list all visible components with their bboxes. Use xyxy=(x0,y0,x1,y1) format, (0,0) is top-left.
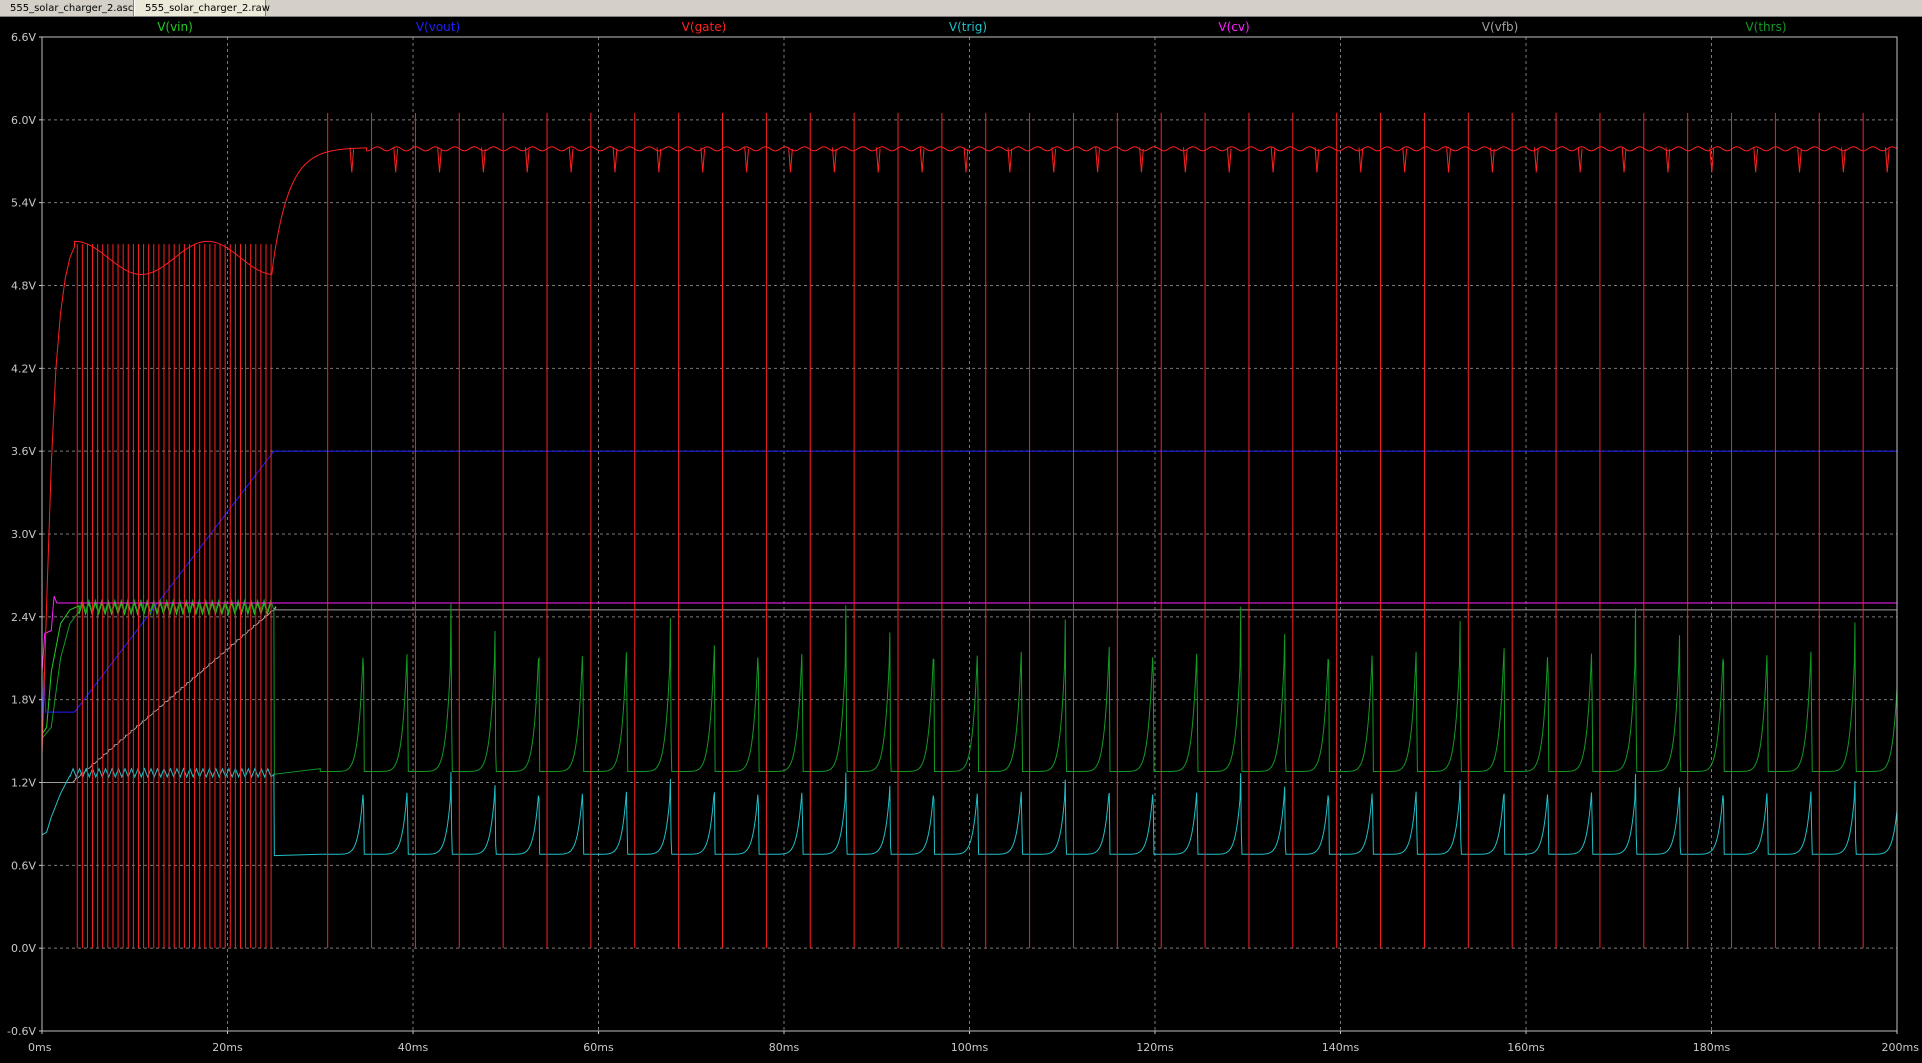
waveform-plot[interactable]: -0.6V 0.0V 0.6V 1.2V 1.8V 2.4V 3.0V 3.6V 4.2V 4.8… xyxy=(0,17,1922,1059)
x-tick-label: 180ms xyxy=(1693,1041,1731,1054)
gate-dip xyxy=(1884,147,1890,173)
y-tick-label: 5.4V xyxy=(11,197,36,210)
gate-dip xyxy=(437,147,442,173)
trace-legend: V(vin) V(vout) V(gate) V(trig) V(cv) V(vfb) V(… xyxy=(157,20,1786,34)
tab-label: 555_solar_charger_2.raw xyxy=(145,2,270,14)
gate-dip xyxy=(1051,147,1057,173)
gate-dip xyxy=(1139,147,1144,173)
legend-vfb[interactable]: V(vfb) xyxy=(1482,20,1519,34)
y-tick-label: -0.6V xyxy=(7,1025,36,1038)
gate-dip xyxy=(1314,147,1320,173)
y-tick-label: 2.4V xyxy=(11,611,36,624)
legend-trig[interactable]: V(trig) xyxy=(949,20,987,34)
x-tick-label: 40ms xyxy=(398,1041,429,1054)
gate-dip xyxy=(1533,147,1539,173)
gate-dip xyxy=(1753,147,1758,173)
x-tick-label: 0ms xyxy=(28,1041,52,1054)
gate-dip xyxy=(1007,147,1013,173)
gate-dip xyxy=(1182,147,1188,173)
gate-dip xyxy=(1621,147,1627,173)
gate-dip xyxy=(1446,147,1451,173)
legend-cv[interactable]: V(cv) xyxy=(1218,20,1249,34)
legend-vin[interactable]: V(vin) xyxy=(157,20,193,34)
gate-dip xyxy=(963,147,969,173)
gate-dip xyxy=(349,147,355,173)
y-tick-label: 3.0V xyxy=(11,528,36,541)
gate-dip xyxy=(1797,147,1802,173)
x-tick-label: 160ms xyxy=(1507,1041,1545,1054)
gate-dip xyxy=(875,147,881,173)
gate-dip xyxy=(524,147,530,173)
gate-dip xyxy=(1577,147,1583,173)
x-tick-label: 200ms xyxy=(1882,1041,1920,1054)
gate-dip xyxy=(1358,147,1364,173)
gate-dip xyxy=(612,147,618,173)
gate-dip xyxy=(1490,147,1495,173)
x-tick-label: 120ms xyxy=(1136,1041,1174,1054)
legend-thrs[interactable]: V(thrs) xyxy=(1745,20,1786,34)
y-tick-label: 0.6V xyxy=(11,859,36,872)
gate-dip xyxy=(1095,147,1100,173)
gate-dip xyxy=(1402,147,1408,173)
tab-waveform[interactable]: 555_solar_charger_2.raw xyxy=(134,0,270,16)
y-tick-label: 3.6V xyxy=(11,445,36,458)
grid xyxy=(42,37,1897,1031)
gate-dip xyxy=(919,147,925,173)
x-tick-label: 140ms xyxy=(1322,1041,1360,1054)
y-tick-label: 6.0V xyxy=(11,114,36,127)
document-tab-bar: 555_solar_charger_2.asc 555_solar_charge… xyxy=(0,0,1922,17)
x-tick-label: 80ms xyxy=(769,1041,800,1054)
tab-label: 555_solar_charger_2.asc xyxy=(10,2,134,14)
y-tick-label: 1.2V xyxy=(11,777,36,790)
gate-dip xyxy=(700,147,706,173)
axis-labels: -0.6V 0.0V 0.6V 1.2V 1.8V 2.4V 3.0V 3.6V 4.2V 4.8… xyxy=(7,31,1919,1054)
x-tick-label: 60ms xyxy=(583,1041,614,1054)
y-tick-label: 4.8V xyxy=(11,280,36,293)
y-tick-label: 0.0V xyxy=(11,942,36,955)
gate-dip xyxy=(744,147,749,173)
gate-dip xyxy=(568,147,574,173)
y-tick-label: 4.2V xyxy=(11,362,36,375)
y-tick-label: 1.8V xyxy=(11,694,36,707)
x-tick-label: 20ms xyxy=(212,1041,243,1054)
y-tick-label: 6.6V xyxy=(11,31,36,44)
gate-dip xyxy=(1270,147,1276,173)
legend-gate[interactable]: V(gate) xyxy=(682,20,727,34)
tab-schematic[interactable]: 555_solar_charger_2.asc xyxy=(0,0,134,16)
x-tick-label: 100ms xyxy=(951,1041,989,1054)
gate-dip xyxy=(1226,147,1232,173)
plot-frame xyxy=(39,36,1898,1034)
gate-dip xyxy=(393,147,399,173)
gate-dip xyxy=(788,147,793,173)
legend-vout[interactable]: V(vout) xyxy=(416,20,460,34)
plot-svg[interactable]: -0.6V 0.0V 0.6V 1.2V 1.8V 2.4V 3.0V 3.6V 4.2V 4.8… xyxy=(0,17,1922,1059)
